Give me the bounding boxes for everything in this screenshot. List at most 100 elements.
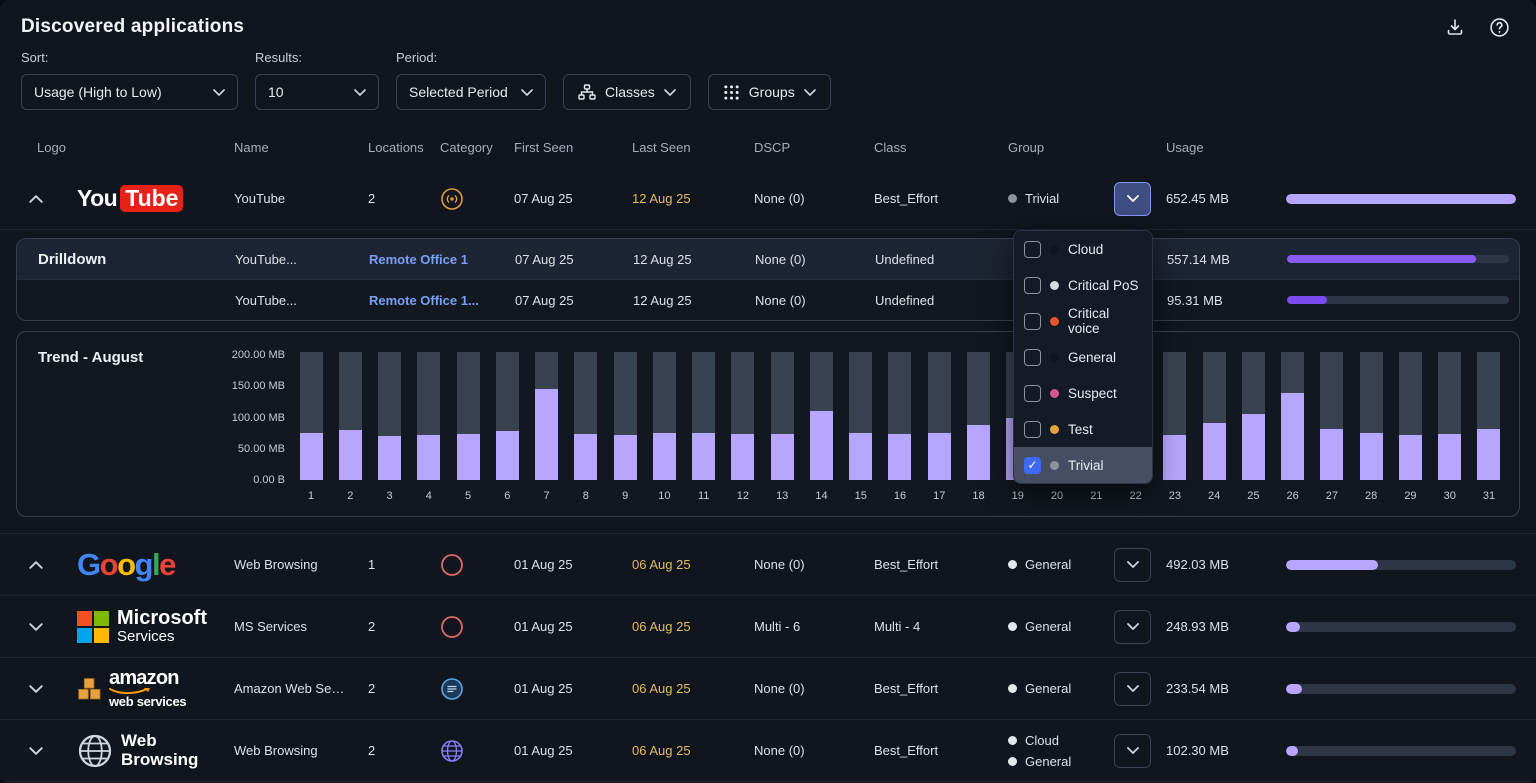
expand-chevron-icon[interactable] xyxy=(16,623,56,631)
youtube-logo-badge: Tube xyxy=(120,185,183,211)
filter-bar: Sort: Usage (High to Low) Results: 10 Pe… xyxy=(0,38,1536,110)
trend-day-24: 24 xyxy=(1202,352,1226,502)
microsoft-squares-icon xyxy=(77,611,109,643)
table-row-web-browsing[interactable]: WebBrowsing Web Browsing 2 01 Aug 25 06 … xyxy=(0,720,1536,782)
location-link[interactable]: Remote Office 1 xyxy=(369,252,468,267)
drilldown-row[interactable]: YouTube... Remote Office 1 07 Aug 25 12 … xyxy=(17,239,1519,280)
checkbox-unchecked[interactable] xyxy=(1024,241,1041,258)
cell-dscp: None (0) xyxy=(734,743,854,758)
trend-day-13: 13 xyxy=(770,352,794,502)
group-menu-item-trivial[interactable]: ✓Trivial xyxy=(1014,447,1152,483)
group-dropdown-button[interactable] xyxy=(1114,182,1151,216)
globe-icon xyxy=(77,733,113,769)
x-axis-tick: 27 xyxy=(1326,490,1338,502)
cell-dscp: None (0) xyxy=(734,681,854,696)
youtube-logo: You Tube xyxy=(56,185,214,212)
x-axis-tick: 1 xyxy=(308,490,314,502)
group-menu-item-cloud[interactable]: Cloud xyxy=(1014,231,1152,267)
cell-name: MS Services xyxy=(214,619,348,634)
table-row-youtube[interactable]: You Tube YouTube 2 07 Aug 25 12 Aug 25 N… xyxy=(0,168,1536,230)
bar-fill xyxy=(692,433,715,480)
trend-day-1: 1 xyxy=(299,352,323,502)
x-axis-tick: 6 xyxy=(504,490,510,502)
expand-chevron-icon[interactable] xyxy=(16,685,56,693)
checkbox-unchecked[interactable] xyxy=(1024,385,1041,402)
cell-name: YouTube xyxy=(214,191,348,206)
x-axis-tick: 31 xyxy=(1483,490,1495,502)
collapse-chevron-icon[interactable] xyxy=(16,561,56,569)
bar-track xyxy=(1360,352,1383,480)
trend-day-18: 18 xyxy=(967,352,991,502)
column-header-category: Category xyxy=(420,140,494,155)
column-header-last-seen: Last Seen xyxy=(612,140,734,155)
x-axis-tick: 25 xyxy=(1247,490,1259,502)
expand-chevron-icon[interactable] xyxy=(16,747,56,755)
table-row-amazon[interactable]: amazon web services Amazon Web Services … xyxy=(0,658,1536,720)
usage-bar xyxy=(1274,684,1516,694)
checkbox-checked[interactable]: ✓ xyxy=(1024,457,1041,474)
group-menu-item-test[interactable]: Test xyxy=(1014,411,1152,447)
x-axis-tick: 23 xyxy=(1169,490,1181,502)
amazon-logo-text: amazon xyxy=(109,668,186,690)
group-menu-item-critical-voice[interactable]: Critical voice xyxy=(1014,303,1152,339)
chevron-down-icon xyxy=(213,89,225,96)
table-row-google[interactable]: G o o g l e Web Browsing 1 01 Aug 25 06 … xyxy=(0,534,1536,596)
column-header-first-seen: First Seen xyxy=(494,140,612,155)
drilldown-row[interactable]: YouTube... Remote Office 1... 07 Aug 25 … xyxy=(17,280,1519,320)
results-select[interactable]: 10 xyxy=(255,74,379,110)
group-menu-item-critical-pos[interactable]: Critical PoS xyxy=(1014,267,1152,303)
bar-track xyxy=(496,352,519,480)
cell-last-seen: 12 Aug 25 xyxy=(613,293,735,308)
bar-fill xyxy=(1477,429,1500,480)
help-button[interactable] xyxy=(1489,17,1510,38)
period-label: Period: xyxy=(396,50,546,65)
cell-last-seen: 06 Aug 25 xyxy=(612,619,734,634)
checkbox-unchecked[interactable] xyxy=(1024,349,1041,366)
trend-day-26: 26 xyxy=(1281,352,1305,502)
cell-usage: 557.14 MB xyxy=(1157,252,1275,267)
download-button[interactable] xyxy=(1445,17,1465,37)
bar-track xyxy=(1399,352,1422,480)
aws-boxes-icon xyxy=(77,677,103,701)
checkbox-unchecked[interactable] xyxy=(1024,421,1041,438)
group-menu: CloudCritical PoSCritical voiceGeneralSu… xyxy=(1013,230,1153,484)
web-browsing-logo: WebBrowsing xyxy=(56,732,214,769)
checkbox-unchecked[interactable] xyxy=(1024,313,1041,330)
group-dropdown-button[interactable] xyxy=(1114,610,1151,644)
group-dropdown-button[interactable] xyxy=(1114,734,1151,768)
classes-button[interactable]: Classes xyxy=(563,74,691,110)
cell-dscp: Multi - 6 xyxy=(734,619,854,634)
group-dropdown-button[interactable] xyxy=(1114,672,1151,706)
groups-label: Groups xyxy=(749,84,795,100)
column-header-logo: Logo xyxy=(16,140,214,155)
group-dropdown-button[interactable] xyxy=(1114,548,1151,582)
bar-track xyxy=(731,352,754,480)
usage-bar xyxy=(1274,622,1516,632)
cell-class: Best_Effort xyxy=(854,191,988,206)
bar-fill xyxy=(417,435,440,480)
bar-track xyxy=(1438,352,1461,480)
x-axis-tick: 15 xyxy=(855,490,867,502)
x-axis-tick: 19 xyxy=(1012,490,1024,502)
cell-name: YouTube... xyxy=(215,293,349,308)
sort-select[interactable]: Usage (High to Low) xyxy=(21,74,238,110)
period-select[interactable]: Selected Period xyxy=(396,74,546,110)
group-menu-item-general[interactable]: General xyxy=(1014,339,1152,375)
youtube-logo-text: You xyxy=(77,185,117,212)
aws-logo: amazon web services xyxy=(56,668,214,709)
bar-fill xyxy=(771,434,794,480)
bar-fill xyxy=(967,425,990,480)
x-axis-tick: 22 xyxy=(1129,490,1141,502)
location-link[interactable]: Remote Office 1... xyxy=(369,293,479,308)
checkbox-unchecked[interactable] xyxy=(1024,277,1041,294)
groups-button[interactable]: Groups xyxy=(708,74,831,110)
results-filter: Results: 10 xyxy=(255,50,379,110)
group-cell: General xyxy=(988,672,1156,706)
chart-bars: 1234567891011121314151617181920212223242… xyxy=(295,352,1505,502)
table-row-microsoft[interactable]: MicrosoftServices MS Services 2 01 Aug 2… xyxy=(0,596,1536,658)
collapse-chevron-icon[interactable] xyxy=(16,195,56,203)
trend-day-30: 30 xyxy=(1438,352,1462,502)
google-letter: l xyxy=(152,547,159,583)
cell-first-seen: 07 Aug 25 xyxy=(495,293,613,308)
group-menu-item-suspect[interactable]: Suspect xyxy=(1014,375,1152,411)
